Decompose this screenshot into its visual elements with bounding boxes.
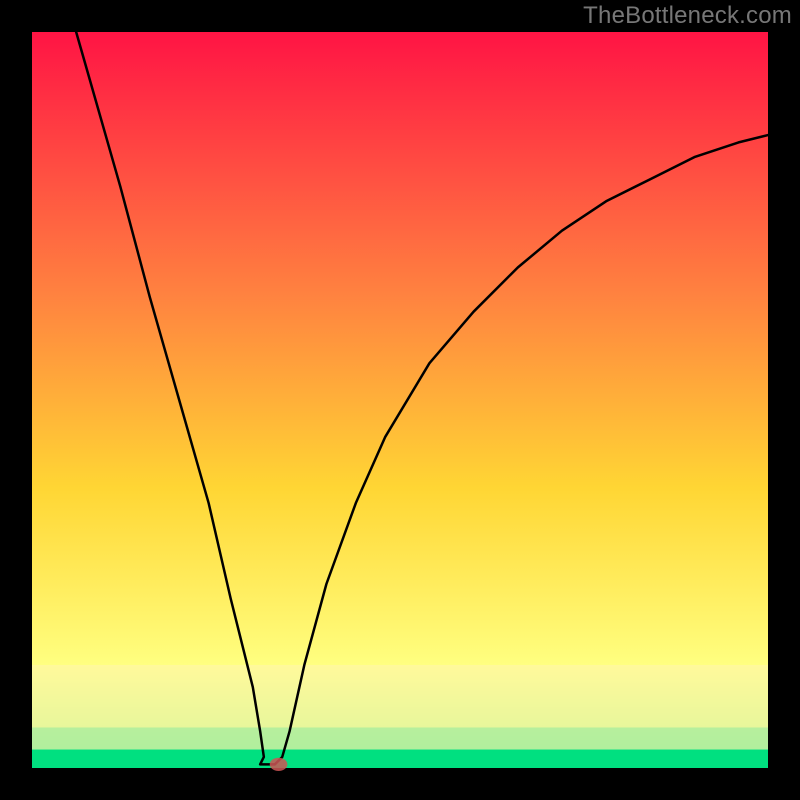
chart-container: TheBottleneck.com bbox=[0, 0, 800, 800]
bottleneck-chart bbox=[0, 0, 800, 800]
watermark-text: TheBottleneck.com bbox=[583, 2, 792, 30]
